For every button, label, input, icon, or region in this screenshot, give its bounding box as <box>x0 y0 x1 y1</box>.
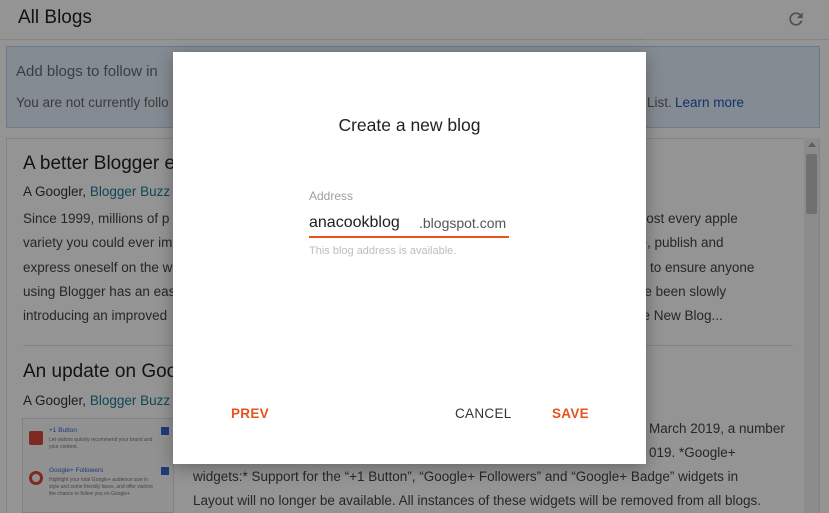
address-field[interactable]: anacookblog .blogspot.com <box>309 212 509 238</box>
prev-button[interactable]: PREV <box>231 406 269 421</box>
dialog-title: Create a new blog <box>338 115 481 135</box>
cancel-button[interactable]: CANCEL <box>455 406 512 421</box>
address-domain-suffix: .blogspot.com <box>419 215 507 231</box>
save-button[interactable]: SAVE <box>552 406 589 421</box>
address-availability-hint: This blog address is available. <box>309 245 457 257</box>
address-input-value[interactable]: anacookblog <box>309 214 400 232</box>
create-blog-dialog: Create a new blog Address anacookblog .b… <box>173 52 646 464</box>
address-label: Address <box>309 189 354 203</box>
